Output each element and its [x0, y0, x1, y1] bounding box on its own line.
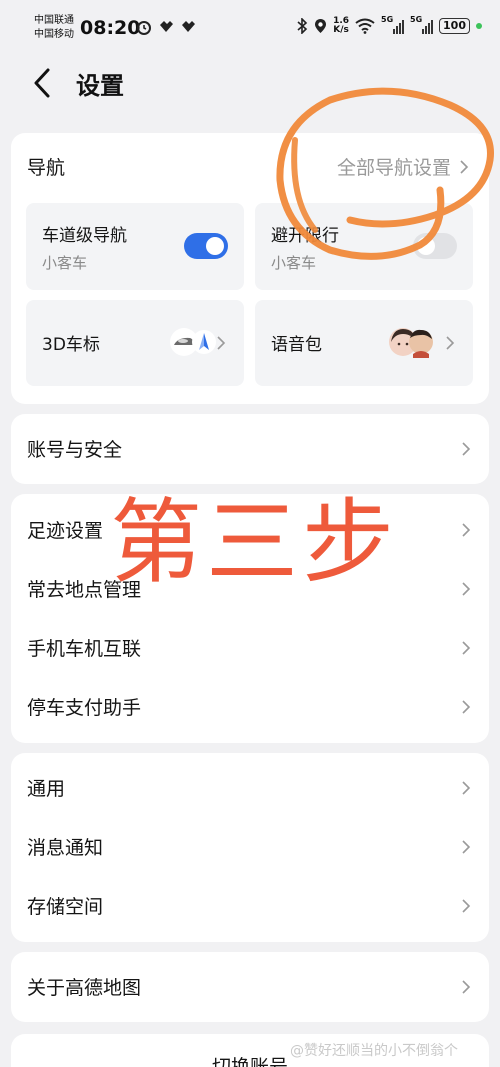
chevron-right-icon: [462, 979, 471, 994]
status-time: 08:20: [80, 17, 141, 39]
footprint-settings-label: 足迹设置: [27, 520, 104, 542]
header: 设置: [0, 56, 500, 112]
chevron-right-icon: [217, 336, 226, 350]
about-item[interactable]: 关于高德地图: [11, 957, 489, 1016]
chevron-right-icon: [462, 640, 471, 655]
toggle-knob: [206, 237, 224, 255]
about-card: 关于高德地图: [11, 952, 489, 1022]
carrier-info: 中国联通 中国移动: [34, 14, 74, 42]
toggle-knob: [417, 237, 435, 255]
lane-navigation-subtitle: 小客车: [42, 254, 88, 272]
signal-strength-2: 5G: [410, 15, 434, 34]
settings-group-1: 足迹设置 常去地点管理 手机车机互联 停车支付助手: [11, 494, 489, 743]
3d-car-icon-title: 3D车标: [42, 335, 100, 355]
watermark: @赞好还顺当的小不倒翁个: [290, 1043, 458, 1059]
all-navigation-settings-link[interactable]: 全部导航设置: [337, 153, 469, 180]
chevron-right-icon: [462, 441, 471, 456]
chevron-right-icon: [462, 581, 471, 596]
navigation-section-title: 导航: [27, 157, 66, 179]
storage-item[interactable]: 存储空间: [11, 876, 489, 935]
notifications-label: 消息通知: [27, 837, 104, 859]
phone-car-link-label: 手机车机互联: [27, 638, 142, 660]
chevron-right-icon: [460, 159, 469, 174]
chevron-right-icon: [462, 839, 471, 854]
chevron-right-icon: [462, 699, 471, 714]
avoid-restriction-title: 避开限行: [271, 226, 339, 246]
account-security-item[interactable]: 账号与安全: [11, 419, 489, 478]
health-app-icon-2: [182, 21, 195, 32]
general-item[interactable]: 通用: [11, 758, 489, 817]
navigation-card: 导航 全部导航设置 车道级导航 小客车 避开限行 小客车 3D车标 语音包: [11, 133, 489, 404]
frequent-places-item[interactable]: 常去地点管理: [11, 559, 489, 618]
page-title: 设置: [76, 72, 124, 100]
lane-navigation-toggle[interactable]: [184, 233, 228, 259]
status-bar: 中国联通 中国移动 08:20 1.6 K/s 5G 5G 100: [0, 0, 500, 56]
network-speed: 1.6 K/s: [333, 17, 349, 35]
parking-payment-item[interactable]: 停车支付助手: [11, 677, 489, 736]
voice-pack-title: 语音包: [271, 335, 322, 355]
wifi-icon: [355, 18, 375, 34]
alarm-icon: [137, 21, 151, 35]
network-type-2: 5G: [410, 15, 423, 24]
general-label: 通用: [27, 778, 66, 800]
carrier-1: 中国联通: [34, 15, 74, 26]
voice-pack-tile[interactable]: 语音包: [255, 300, 473, 386]
avoid-restriction-toggle[interactable]: [413, 233, 457, 259]
notification-icons: [136, 19, 196, 35]
back-arrow-icon[interactable]: [30, 66, 56, 100]
avoid-restriction-subtitle: 小客车: [271, 254, 317, 272]
carrier-2: 中国移动: [34, 29, 74, 40]
account-security-label: 账号与安全: [27, 439, 123, 461]
charging-dot: [476, 23, 482, 29]
avoid-restriction-tile[interactable]: 避开限行 小客车: [255, 203, 473, 290]
health-app-icon: [160, 21, 173, 32]
system-icons: 1.6 K/s 5G 5G 100: [296, 15, 482, 35]
bluetooth-icon: [297, 18, 308, 34]
chevron-right-icon: [462, 780, 471, 795]
lane-navigation-tile[interactable]: 车道级导航 小客车: [26, 203, 244, 290]
storage-label: 存储空间: [27, 896, 104, 918]
all-navigation-settings-label: 全部导航设置: [336, 157, 451, 179]
battery-indicator: 100: [439, 18, 470, 34]
chevron-right-icon: [462, 898, 471, 913]
chevron-right-icon: [446, 336, 455, 350]
footprint-settings-item[interactable]: 足迹设置: [11, 500, 489, 559]
about-label: 关于高德地图: [27, 977, 142, 999]
notifications-item[interactable]: 消息通知: [11, 817, 489, 876]
network-type-1: 5G: [381, 15, 394, 24]
car-model-icon: [170, 328, 216, 356]
lane-navigation-title: 车道级导航: [42, 226, 127, 246]
location-icon: [315, 19, 327, 33]
frequent-places-label: 常去地点管理: [27, 579, 142, 601]
chevron-right-icon: [462, 522, 471, 537]
3d-car-icon-tile[interactable]: 3D车标: [26, 300, 244, 386]
account-card: 账号与安全: [11, 414, 489, 484]
parking-payment-label: 停车支付助手: [27, 697, 142, 719]
phone-car-link-item[interactable]: 手机车机互联: [11, 618, 489, 677]
settings-group-2: 通用 消息通知 存储空间: [11, 753, 489, 942]
signal-strength-1: 5G: [381, 15, 405, 34]
voice-avatars-icon: [389, 328, 433, 358]
speed-unit: K/s: [333, 25, 349, 35]
